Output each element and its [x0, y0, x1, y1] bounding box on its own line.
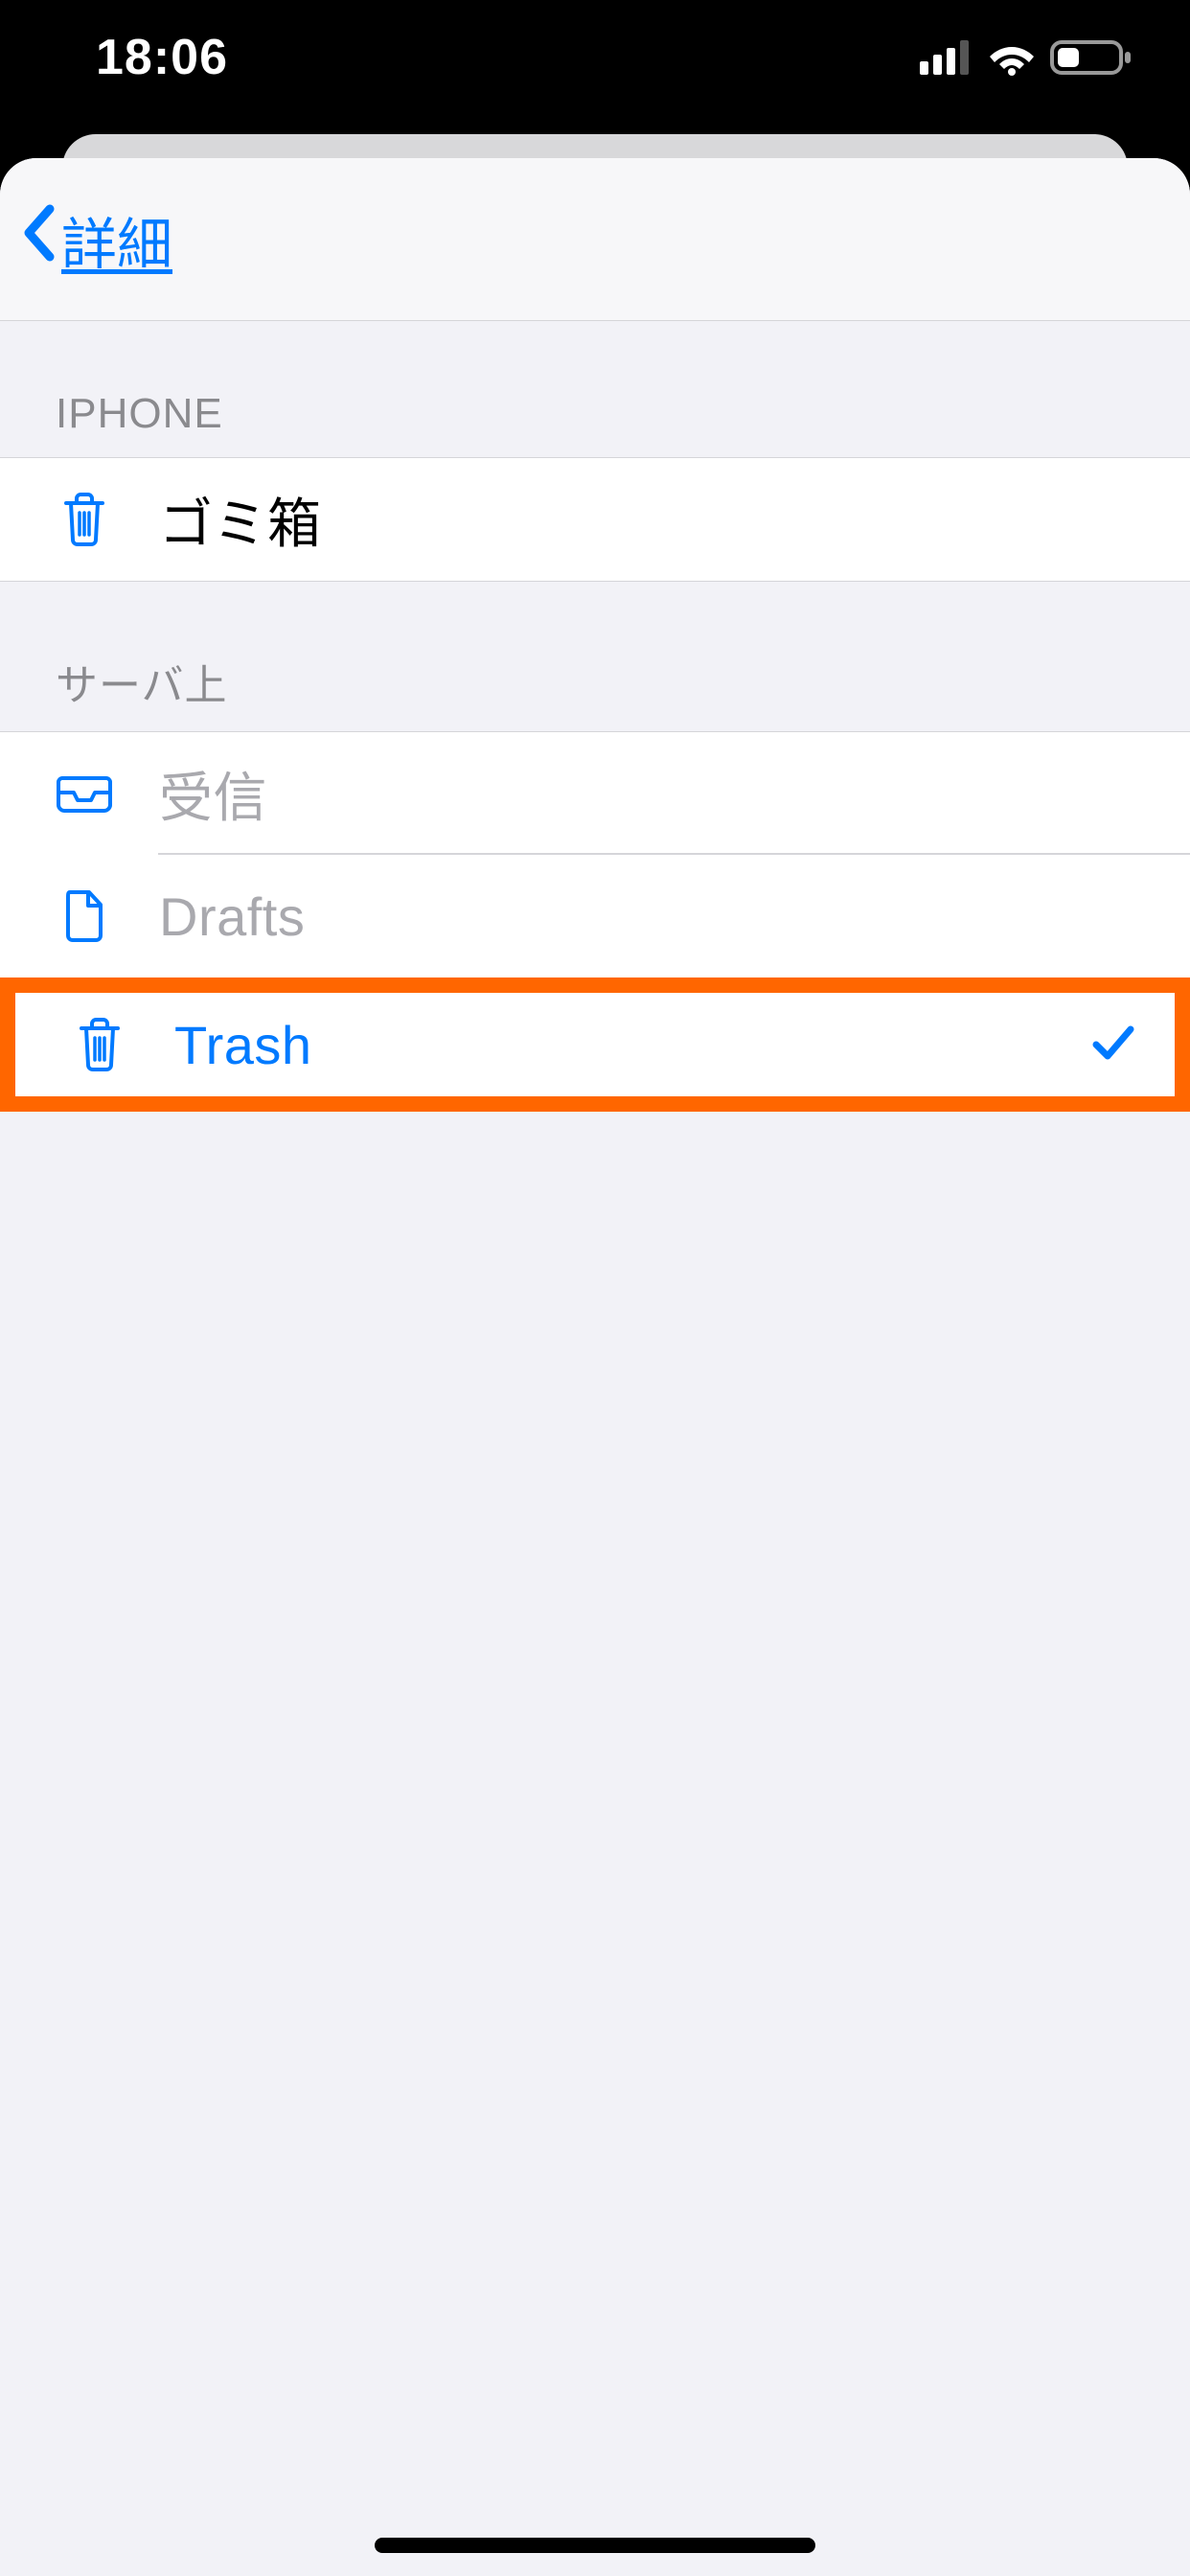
highlight-annotation: Trash — [0, 978, 1190, 1112]
battery-icon — [1050, 38, 1133, 77]
section-header-iphone: IPHONE — [0, 321, 1190, 457]
status-indicators — [920, 38, 1133, 77]
document-icon — [56, 889, 113, 943]
status-time: 18:06 — [57, 29, 228, 86]
mailbox-row-trash[interactable]: Trash — [15, 993, 1175, 1096]
inbox-icon — [56, 772, 113, 815]
navigation-bar: 詳細 — [0, 158, 1190, 321]
mailbox-row-drafts[interactable]: Drafts — [0, 855, 1190, 978]
chevron-left-icon — [19, 203, 57, 276]
list-group-iphone: ゴミ箱 — [0, 457, 1190, 582]
back-button[interactable]: 詳細 — [19, 199, 172, 280]
mailbox-label: 受信 — [159, 755, 267, 833]
mailbox-label: ゴミ箱 — [159, 481, 322, 559]
mailbox-label: Drafts — [159, 886, 305, 948]
trash-icon — [56, 492, 113, 547]
mailbox-row-inbox[interactable]: 受信 — [0, 732, 1190, 855]
trash-icon — [71, 1017, 128, 1072]
section-header-server: サーバ上 — [0, 582, 1190, 731]
status-bar: 18:06 — [0, 0, 1190, 125]
wifi-icon — [987, 39, 1037, 76]
back-label: 詳細 — [61, 199, 172, 280]
mailbox-row-local-trash[interactable]: ゴミ箱 — [0, 458, 1190, 581]
mailbox-label: Trash — [174, 1014, 312, 1076]
checkmark-icon — [1090, 1022, 1136, 1069]
home-indicator[interactable] — [375, 2538, 815, 2553]
modal-sheet: 詳細 IPHONE ゴミ箱 サーバ上 — [0, 158, 1190, 2576]
list-group-server: 受信 Drafts — [0, 731, 1190, 1112]
cellular-signal-icon — [920, 40, 973, 75]
